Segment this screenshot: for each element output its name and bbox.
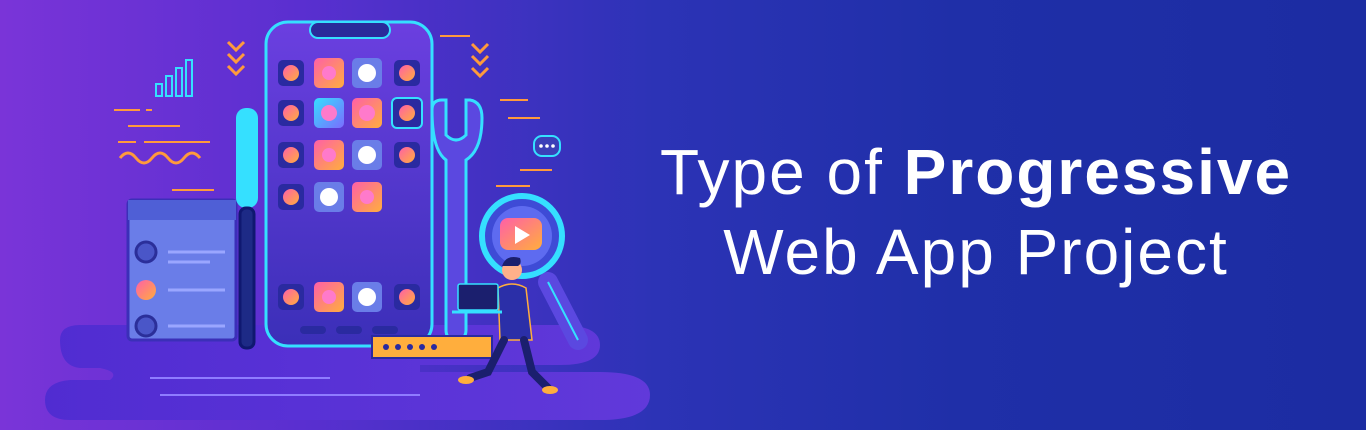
headline: Type of Progressive Web App Project — [596, 132, 1356, 292]
keyboard-icon — [371, 335, 493, 359]
screwdriver-icon — [236, 108, 258, 350]
decorative-squiggle — [118, 151, 202, 165]
headline-line-1: Type of Progressive — [596, 132, 1356, 212]
banner: Type of Progressive Web App Project — [0, 0, 1366, 430]
headline-bold-text: Progressive — [903, 136, 1293, 208]
chat-bubble-icon — [533, 135, 561, 157]
form-card-icon — [126, 198, 238, 342]
play-icon — [500, 218, 542, 250]
bar-chart-icon — [155, 59, 193, 97]
headline-line-2: Web App Project — [723, 216, 1229, 288]
smartphone-icon — [264, 20, 434, 348]
illustration — [45, 20, 650, 420]
headline-regular-text: Type of — [659, 136, 904, 208]
